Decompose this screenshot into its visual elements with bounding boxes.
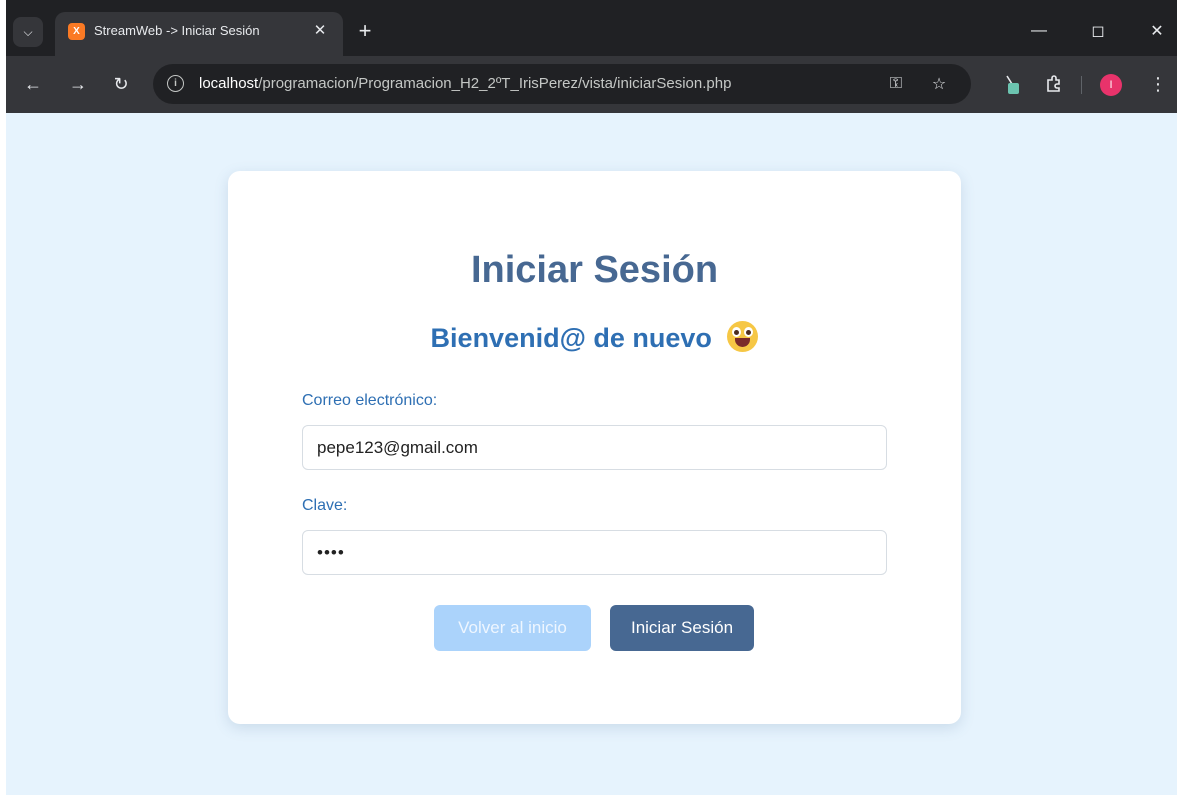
star-icon[interactable]: ☆: [928, 73, 950, 95]
page-viewport: Iniciar Sesión Bienvenid@ de nuevo Corre…: [6, 113, 1177, 795]
login-card: Iniciar Sesión Bienvenid@ de nuevo Corre…: [228, 171, 961, 724]
reload-icon[interactable]: ↻: [106, 69, 136, 99]
window-close-icon[interactable]: ✕: [1137, 16, 1177, 46]
grinning-face-emoji-icon: [727, 321, 759, 352]
browser-chrome: ⌵ X StreamWeb -> Iniciar Sesión ✕ + — ◻ …: [6, 0, 1177, 113]
back-to-home-button[interactable]: Volver al inicio: [434, 605, 591, 651]
tab-title: StreamWeb -> Iniciar Sesión: [94, 23, 260, 38]
xampp-favicon-icon: X: [68, 23, 85, 40]
url-host: localhost: [199, 75, 259, 92]
arrow-left-icon[interactable]: ←: [18, 69, 48, 99]
tab-search-button[interactable]: ⌵: [13, 17, 43, 47]
tab-bar: ⌵ X StreamWeb -> Iniciar Sesión ✕ + — ◻ …: [6, 0, 1177, 56]
page-title: Iniciar Sesión: [470, 249, 719, 291]
page-subtitle: Bienvenid@ de nuevo: [228, 321, 961, 354]
minimize-icon[interactable]: —: [1019, 16, 1059, 46]
subtitle-text: Bienvenid@ de nuevo: [430, 323, 712, 353]
address-bar[interactable]: i localhost/programacion/Programacion_H2…: [153, 64, 971, 104]
password-field[interactable]: ••••: [302, 530, 887, 575]
browser-toolbar: ← → ↻ i localhost/programacion/Programac…: [6, 56, 1177, 113]
close-icon[interactable]: ✕: [309, 19, 331, 41]
brush-icon[interactable]: [996, 69, 1026, 99]
password-label: Clave:: [302, 497, 348, 514]
brush-icon-graphic: [1006, 75, 1019, 94]
avatar[interactable]: I: [1100, 74, 1122, 96]
email-label: Correo electrónico:: [302, 392, 438, 409]
chevron-down-icon: ⌵: [23, 24, 33, 39]
kebab-menu-icon[interactable]: ⋮: [1143, 69, 1173, 99]
email-field[interactable]: pepe123@gmail.com: [302, 425, 887, 470]
login-button[interactable]: Iniciar Sesión: [610, 605, 754, 651]
plus-icon[interactable]: +: [351, 17, 379, 45]
puzzle-icon-graphic: [1047, 75, 1060, 92]
puzzle-icon[interactable]: [1039, 69, 1069, 99]
info-icon[interactable]: i: [167, 75, 184, 92]
arrow-right-icon[interactable]: →: [63, 69, 93, 99]
url-text[interactable]: localhost/programacion/Programacion_H2_2…: [199, 75, 731, 92]
toolbar-separator: [1081, 76, 1082, 94]
browser-tab[interactable]: X StreamWeb -> Iniciar Sesión ✕: [55, 12, 343, 56]
maximize-icon[interactable]: ◻: [1078, 16, 1118, 46]
url-path: /programacion/Programacion_H2_2ºT_IrisPe…: [258, 75, 732, 92]
key-icon[interactable]: ⚿: [885, 73, 907, 95]
